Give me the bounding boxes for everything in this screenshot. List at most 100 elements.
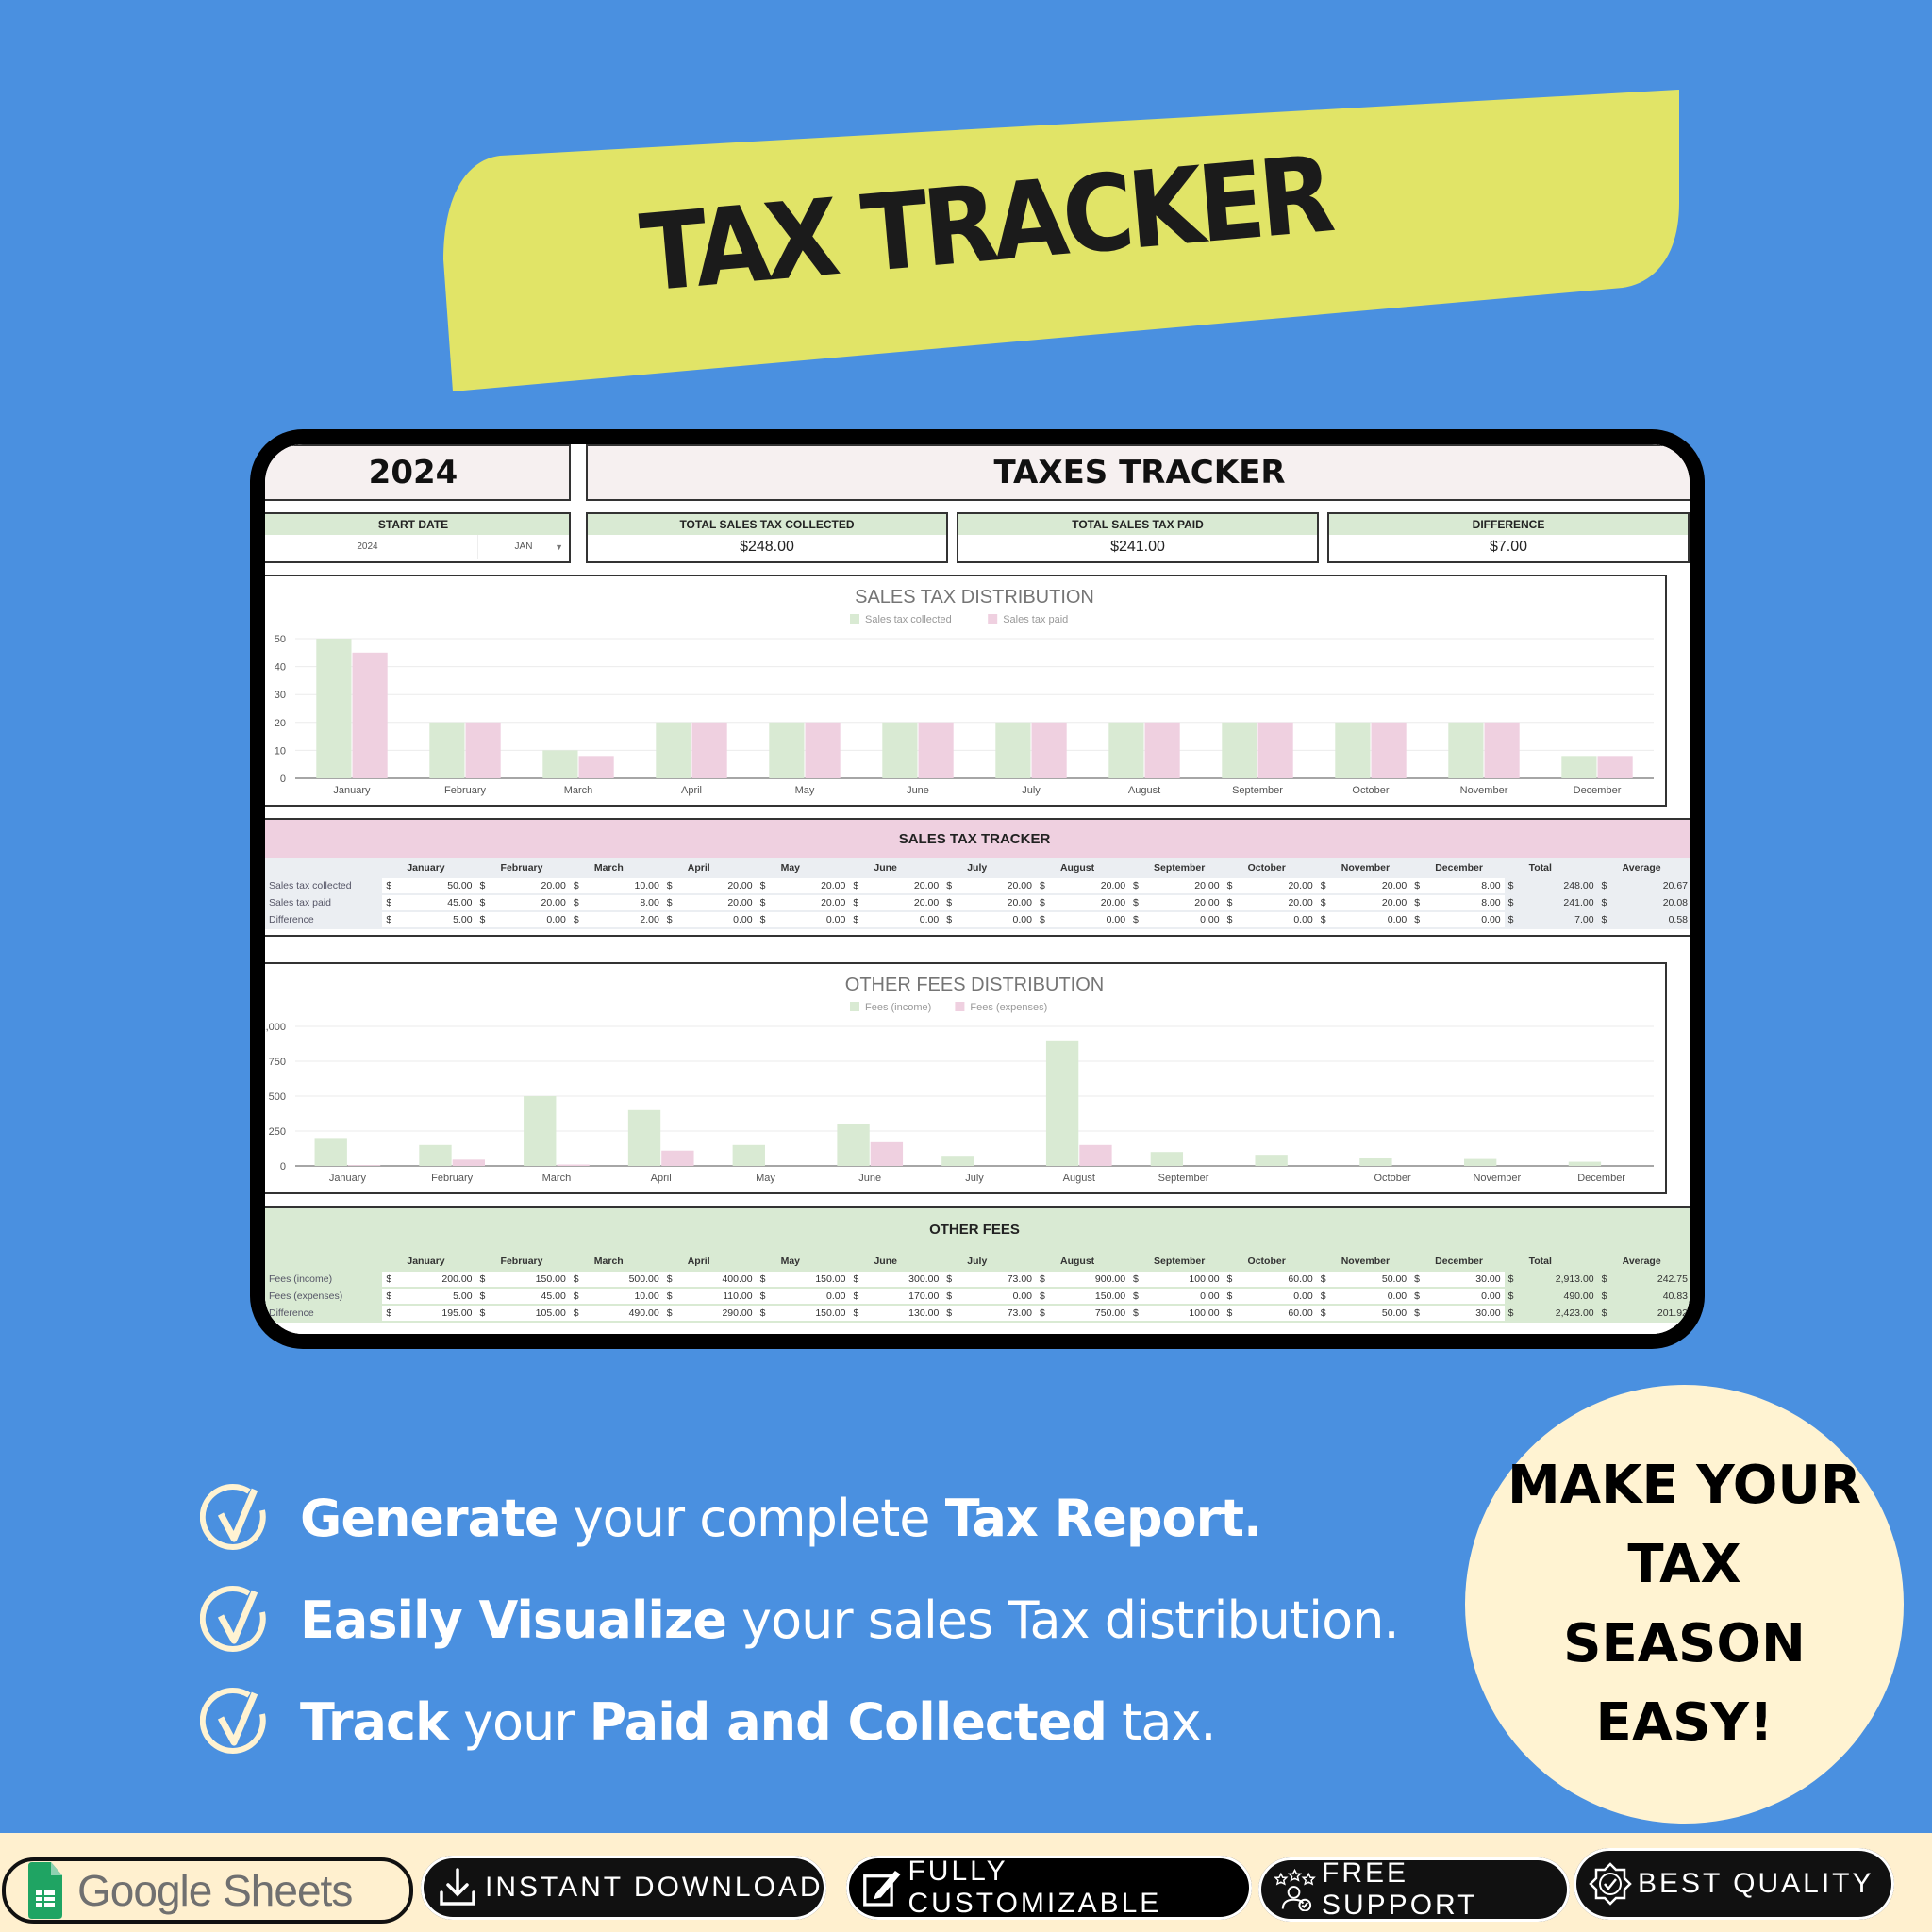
value-cell[interactable]: 10.00 bbox=[586, 878, 663, 893]
value-cell[interactable]: 0.00 bbox=[1146, 1289, 1224, 1304]
value-cell[interactable]: 30.00 bbox=[1427, 1272, 1505, 1287]
value-cell[interactable]: 0.00 bbox=[679, 912, 757, 927]
currency-symbol: $ bbox=[1601, 914, 1607, 925]
value-cell[interactable]: 0.00 bbox=[492, 912, 570, 927]
value-cell[interactable]: 45.00 bbox=[399, 895, 476, 910]
start-year-cell[interactable]: 2024 bbox=[265, 535, 477, 559]
value-cell: 20.67 bbox=[1662, 880, 1688, 891]
value-cell[interactable]: 20.00 bbox=[773, 878, 850, 893]
value-cell[interactable]: 170.00 bbox=[866, 1289, 943, 1304]
bar bbox=[542, 750, 578, 778]
value-cell[interactable]: 0.00 bbox=[1333, 912, 1411, 927]
value-cell[interactable]: 0.00 bbox=[1427, 1289, 1505, 1304]
value-cell[interactable]: 20.00 bbox=[1333, 878, 1411, 893]
value-cell[interactable]: 20.00 bbox=[679, 878, 757, 893]
value-cell[interactable]: 0.00 bbox=[1333, 1289, 1411, 1304]
value-cell[interactable]: 20.00 bbox=[866, 878, 943, 893]
value-cell[interactable]: 20.00 bbox=[492, 878, 570, 893]
value-cell[interactable]: 50.00 bbox=[1333, 1272, 1411, 1287]
currency-symbol: $ bbox=[1223, 1272, 1241, 1287]
value-cell[interactable]: 0.00 bbox=[959, 912, 1036, 927]
value-cell[interactable]: 900.00 bbox=[1052, 1272, 1130, 1287]
value-cell[interactable]: 100.00 bbox=[1146, 1272, 1224, 1287]
value-cell[interactable]: 20.00 bbox=[1052, 878, 1130, 893]
currency-symbol: $ bbox=[942, 1272, 960, 1287]
value-cell[interactable]: 5.00 bbox=[399, 1289, 476, 1304]
value-cell[interactable]: 0.00 bbox=[866, 912, 943, 927]
value-cell[interactable]: 20.00 bbox=[1052, 895, 1130, 910]
value-cell[interactable]: 0.00 bbox=[1052, 912, 1130, 927]
value-cell[interactable]: 5.00 bbox=[399, 912, 476, 927]
other-fees-chart[interactable]: OTHER FEES DISTRIBUTION Fees (income) Fees… bbox=[265, 962, 1667, 1194]
value-cell[interactable]: 100.00 bbox=[1146, 1306, 1224, 1321]
value-cell[interactable]: 150.00 bbox=[773, 1306, 850, 1321]
start-month-dropdown[interactable]: JAN ▼ bbox=[477, 535, 569, 559]
value-cell[interactable]: 200.00 bbox=[399, 1272, 476, 1287]
value-cell[interactable]: 0.00 bbox=[1146, 912, 1224, 927]
value-cell[interactable]: 20.00 bbox=[959, 878, 1036, 893]
bar bbox=[805, 722, 841, 778]
value-cell[interactable]: 10.00 bbox=[586, 1289, 663, 1304]
column-header: November bbox=[1341, 1256, 1391, 1267]
sales-tax-chart[interactable]: SALES TAX DISTRIBUTION Sales tax collecte… bbox=[265, 575, 1667, 807]
bar bbox=[1108, 722, 1144, 778]
value-cell[interactable]: 195.00 bbox=[399, 1306, 476, 1321]
y-tick-label: 250 bbox=[269, 1126, 286, 1138]
value-cell[interactable]: 45.00 bbox=[492, 1289, 570, 1304]
value-cell[interactable]: 0.00 bbox=[1427, 912, 1505, 927]
value-cell[interactable]: 73.00 bbox=[959, 1272, 1036, 1287]
sales-tax-grid: January February March April May June July Augu… bbox=[265, 858, 1690, 929]
value-cell[interactable]: 8.00 bbox=[1427, 895, 1505, 910]
dropdown-caret-icon[interactable]: ▼ bbox=[555, 535, 563, 559]
value-cell[interactable]: 20.00 bbox=[1240, 895, 1317, 910]
y-tick-label: 50 bbox=[275, 634, 286, 645]
value-cell[interactable]: 0.00 bbox=[1240, 1289, 1317, 1304]
check-circle-icon bbox=[200, 1687, 266, 1754]
value-cell: 40.83 bbox=[1662, 1291, 1688, 1302]
total-paid-card: TOTAL SALES TAX PAID $241.00 bbox=[957, 512, 1319, 563]
value-cell[interactable]: 20.00 bbox=[773, 895, 850, 910]
promo-line: TAX bbox=[1627, 1533, 1741, 1595]
value-cell[interactable]: 20.00 bbox=[1333, 895, 1411, 910]
value-cell[interactable]: 110.00 bbox=[679, 1289, 757, 1304]
value-cell[interactable]: 500.00 bbox=[586, 1272, 663, 1287]
value-cell[interactable]: 60.00 bbox=[1240, 1272, 1317, 1287]
value-cell[interactable]: 150.00 bbox=[1052, 1289, 1130, 1304]
value-cell[interactable]: 400.00 bbox=[679, 1272, 757, 1287]
value-cell[interactable]: 20.00 bbox=[1146, 895, 1224, 910]
value-cell[interactable]: 20.00 bbox=[492, 895, 570, 910]
value-cell[interactable]: 0.00 bbox=[773, 912, 850, 927]
value-cell: 2,913.00 bbox=[1555, 1274, 1594, 1285]
value-cell[interactable]: 750.00 bbox=[1052, 1306, 1130, 1321]
value-cell[interactable]: 290.00 bbox=[679, 1306, 757, 1321]
table-header-row: January February March April May June July Augu… bbox=[265, 859, 1690, 876]
value-cell[interactable]: 8.00 bbox=[586, 895, 663, 910]
value-cell[interactable]: 50.00 bbox=[399, 878, 476, 893]
value-cell[interactable]: 0.00 bbox=[959, 1289, 1036, 1304]
value-cell[interactable]: 20.00 bbox=[1146, 878, 1224, 893]
promo-line: MAKE YOUR bbox=[1507, 1454, 1861, 1516]
x-tick-label: July bbox=[965, 1173, 984, 1184]
value-cell[interactable]: 60.00 bbox=[1240, 1306, 1317, 1321]
column-header: Average bbox=[1622, 1256, 1661, 1267]
total-collected-label: TOTAL SALES TAX COLLECTED bbox=[588, 514, 946, 535]
value-cell[interactable]: 150.00 bbox=[492, 1272, 570, 1287]
value-cell[interactable]: 490.00 bbox=[586, 1306, 663, 1321]
value-cell[interactable]: 20.00 bbox=[866, 895, 943, 910]
value-cell[interactable]: 50.00 bbox=[1333, 1306, 1411, 1321]
value-cell[interactable]: 130.00 bbox=[866, 1306, 943, 1321]
value-cell[interactable]: 30.00 bbox=[1427, 1306, 1505, 1321]
feature-text: Generate your complete Tax Report. bbox=[300, 1489, 1263, 1548]
value-cell[interactable]: 20.00 bbox=[1240, 878, 1317, 893]
value-cell[interactable]: 73.00 bbox=[959, 1306, 1036, 1321]
value-cell[interactable]: 105.00 bbox=[492, 1306, 570, 1321]
value-cell[interactable]: 8.00 bbox=[1427, 878, 1505, 893]
value-cell[interactable]: 2.00 bbox=[586, 912, 663, 927]
value-cell[interactable]: 150.00 bbox=[773, 1272, 850, 1287]
value-cell[interactable]: 20.00 bbox=[959, 895, 1036, 910]
value-cell[interactable]: 20.00 bbox=[679, 895, 757, 910]
value-cell[interactable]: 0.00 bbox=[1240, 912, 1317, 927]
value-cell[interactable]: 300.00 bbox=[866, 1272, 943, 1287]
y-tick-label: 1,000 bbox=[265, 1022, 286, 1033]
value-cell[interactable]: 0.00 bbox=[773, 1289, 850, 1304]
